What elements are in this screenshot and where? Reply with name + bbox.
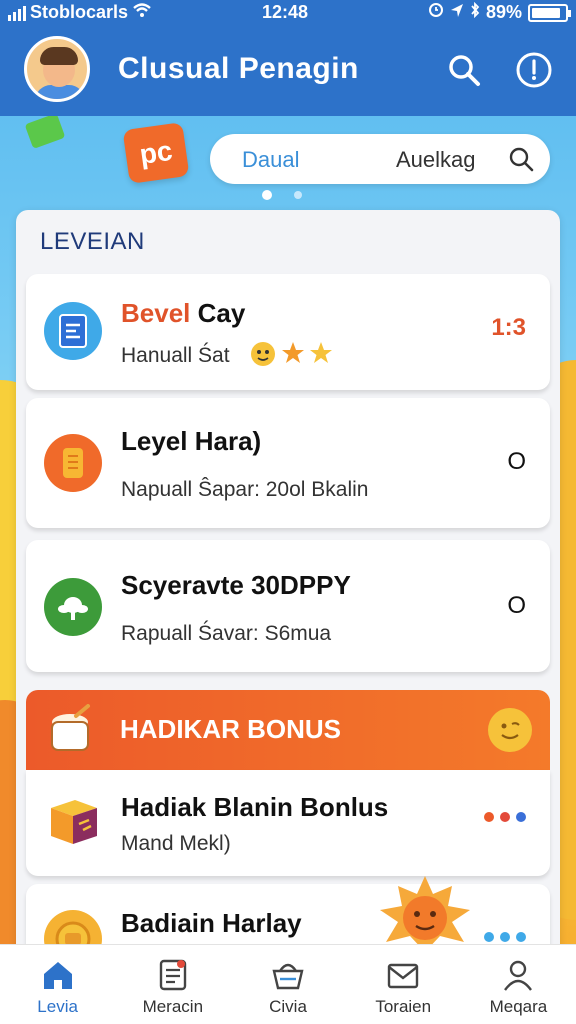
nav-label: Meqara: [489, 997, 548, 1016]
nav-item-levia[interactable]: Levia: [0, 945, 115, 1024]
nav-label: Levia: [37, 997, 78, 1016]
item-title: Leyel Hara): [121, 426, 262, 456]
nav-label: Meracin: [142, 997, 204, 1016]
item-subtitle: Mand Mekl): [121, 832, 231, 855]
item-value: O: [507, 592, 526, 619]
battery-icon: [528, 3, 571, 22]
document-icon: [155, 957, 191, 993]
notebook-icon: [44, 302, 102, 360]
bottom-nav: Levia Meracin Civia Toraien Meqara: [0, 944, 576, 1024]
more-icon[interactable]: [484, 932, 526, 942]
battery-percent: 89%: [485, 2, 522, 22]
search-icon: [449, 55, 480, 86]
item-value: O: [507, 448, 526, 475]
item-subtitle: Rapuall Śavar: S6mua: [121, 622, 332, 645]
star-icon: [282, 342, 304, 363]
signal-icon: [8, 5, 26, 21]
list-item[interactable]: Hadiak Blanin Bonlus Mand Mekl): [26, 770, 550, 876]
emoji-row: [248, 340, 334, 368]
search-tab-auelkag[interactable]: Auelkag: [396, 147, 476, 173]
item-title: Badiain Harlay: [121, 908, 302, 938]
item-title: Scyeravte 30DPPY: [121, 570, 351, 600]
search-icon[interactable]: [508, 146, 534, 177]
status-bar: Stoblocarls 12:48 89%: [0, 0, 576, 28]
leaf-icon: [44, 578, 102, 636]
nav-label: Civia: [269, 997, 307, 1016]
nav-item-meqara[interactable]: Meqara: [461, 945, 576, 1024]
alarm-icon: [428, 2, 444, 23]
rice-pot-icon: [51, 704, 90, 751]
list-item[interactable]: Scyeravte 30DPPY Rapuall Śavar: S6mua O: [26, 540, 550, 672]
list-item[interactable]: Bevel Cay Hanuall Śat 1:3: [26, 274, 550, 390]
nav-label: Toraien: [375, 997, 432, 1016]
home-icon: [40, 957, 76, 993]
bonus-title: HADIKAR BONUS: [120, 714, 341, 744]
search-bar[interactable]: Daual Auelkag: [210, 134, 550, 184]
item-subtitle: Napuall Ŝapar: 20ol Bkalin: [121, 478, 369, 501]
nav-item-civia[interactable]: Civia: [230, 945, 345, 1024]
status-time: 12:48: [262, 2, 309, 22]
app-header: Clusual Penagin: [0, 28, 576, 116]
app-logo[interactable]: pc: [122, 122, 190, 184]
carousel-indicator: [262, 190, 302, 200]
nav-item-toraien[interactable]: Toraien: [346, 945, 461, 1024]
section-title: LEVEIAN: [40, 228, 145, 255]
bluetooth-icon: [470, 1, 480, 23]
search-tab-daual[interactable]: Daual: [242, 147, 299, 173]
carousel-dot[interactable]: [262, 190, 272, 200]
smiley-icon: [488, 708, 532, 752]
item-subtitle: Hanuall Śat: [121, 344, 230, 367]
item-title-rest: Cay: [190, 298, 246, 328]
sun-mascot-icon: [380, 876, 470, 952]
wifi-icon: [132, 2, 152, 23]
info-icon: [516, 52, 552, 88]
leaf-decoration: [24, 112, 66, 150]
carousel-dot[interactable]: [294, 191, 302, 199]
location-icon: [450, 2, 464, 23]
item-value: 1:3: [491, 314, 526, 341]
list-item[interactable]: Leyel Hara) Napuall Ŝapar: 20ol Bkalin O: [26, 398, 550, 528]
item-title: Hadiak Blanin Bonlus: [121, 792, 389, 822]
nav-item-meracin[interactable]: Meracin: [115, 945, 230, 1024]
info-button[interactable]: [514, 50, 554, 90]
page-title: Clusual Penagin: [118, 52, 359, 85]
basket-icon: [270, 957, 306, 993]
level-panel: LEVEIAN Bevel Cay Hanuall Śat 1:3 Leyel …: [16, 210, 560, 970]
carrier-label: Stoblocarls: [30, 2, 129, 22]
item-title-accent: Bevel: [121, 298, 191, 328]
coin-stack-icon: [44, 434, 102, 492]
more-icon[interactable]: [484, 812, 526, 822]
mail-icon: [385, 957, 421, 993]
profile-icon: [500, 957, 536, 993]
avatar[interactable]: [24, 36, 90, 102]
bonus-header: HADIKAR BONUS: [26, 690, 550, 770]
gift-box-icon: [44, 792, 102, 850]
search-button[interactable]: [444, 50, 484, 90]
star-icon: [310, 342, 332, 363]
smiley-icon: [251, 342, 275, 366]
